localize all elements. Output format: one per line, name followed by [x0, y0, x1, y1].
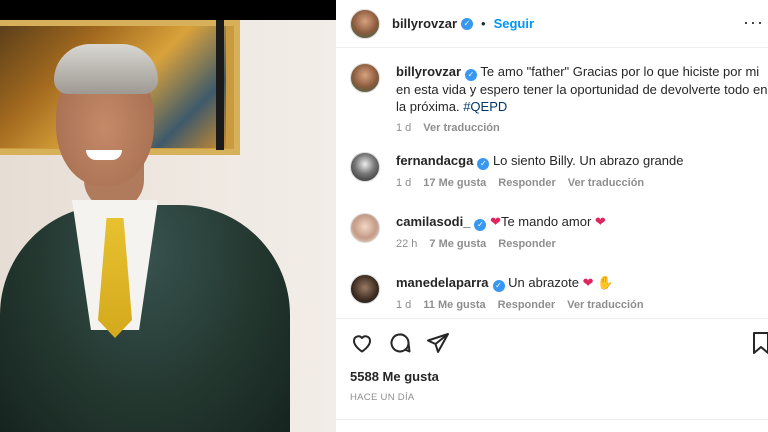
- post-time: HACE UN DÍA: [350, 392, 415, 403]
- post-panel: billyrovzar ✓ • Seguir ··· billyrovzar ✓ …: [336, 0, 768, 432]
- comment-text-block: fernandacga ✓ Lo siento Billy. Un abrazo …: [396, 152, 768, 170]
- caption-hashtag[interactable]: #QEPD: [463, 99, 507, 114]
- comment-username[interactable]: camilasodi_: [396, 214, 470, 229]
- caption-body: billyrovzar ✓ Te amo "father" Gracias por…: [396, 63, 768, 134]
- comment-icon[interactable]: [388, 331, 412, 355]
- likes-count[interactable]: 5588 Me gusta: [350, 369, 439, 384]
- heart-emoji-icon: ❤: [582, 275, 594, 290]
- verified-icon: ✓: [492, 280, 505, 292]
- photo-top-bar: [0, 0, 336, 20]
- heart-icon[interactable]: [350, 331, 374, 355]
- caption-avatar[interactable]: [350, 63, 380, 93]
- comment-time: 1 d: [396, 299, 412, 311]
- post-photo[interactable]: [0, 0, 336, 432]
- painting-edge: [216, 20, 224, 150]
- comment-likes[interactable]: 17 Me gusta: [423, 177, 486, 189]
- comment-meta: 22 h 7 Me gusta Responder: [396, 238, 768, 250]
- comment-text: Un abrazote: [508, 275, 579, 290]
- comment-text-block: manedelaparra ✓ Un abrazote ❤ ✋: [396, 274, 768, 292]
- comment-time: 1 d: [396, 177, 412, 189]
- comment-item: fernandacga ✓ Lo siento Billy. Un abrazo …: [350, 152, 768, 189]
- comment-text-block: camilasodi_ ✓ ❤Te mando amor ❤: [396, 213, 768, 231]
- comment-likes[interactable]: 7 Me gusta: [429, 238, 486, 250]
- reply-button[interactable]: Responder: [498, 299, 555, 311]
- comment-username[interactable]: manedelaparra: [396, 275, 489, 290]
- comment-meta: 1 d 17 Me gusta Responder Ver traducción: [396, 177, 768, 189]
- caption-username[interactable]: billyrovzar: [396, 64, 461, 79]
- bookmark-icon[interactable]: [752, 331, 768, 355]
- post-actions: 5588 Me gusta HACE UN DÍA: [336, 318, 768, 432]
- comment-avatar[interactable]: [350, 213, 380, 243]
- comment-time: 22 h: [396, 238, 418, 250]
- praying-hands-emoji-icon: ✋: [597, 275, 614, 290]
- divider: [336, 419, 768, 420]
- author-username[interactable]: billyrovzar: [392, 16, 457, 31]
- reply-button[interactable]: Responder: [498, 177, 555, 189]
- comment-text: Lo siento Billy. Un abrazo grande: [492, 153, 684, 168]
- verified-icon: ✓: [474, 219, 487, 231]
- more-options-icon[interactable]: ···: [743, 12, 764, 33]
- action-icons: [350, 331, 450, 355]
- comment-text: Te mando amor: [500, 214, 592, 229]
- verified-icon: ✓: [477, 158, 490, 170]
- follow-button[interactable]: Seguir: [494, 16, 534, 31]
- caption: billyrovzar ✓ Te amo "father" Gracias por…: [350, 63, 768, 134]
- caption-text-block: billyrovzar ✓ Te amo "father" Gracias por…: [396, 63, 768, 115]
- verified-icon: ✓: [461, 17, 474, 30]
- header-separator: •: [481, 16, 486, 31]
- comments-list[interactable]: billyrovzar ✓ Te amo "father" Gracias por…: [336, 49, 768, 317]
- comment-item: manedelaparra ✓ Un abrazote ❤ ✋ 1 d 11 Me…: [350, 274, 768, 311]
- comment-meta: 1 d 11 Me gusta Responder Ver traducción: [396, 299, 768, 311]
- comment-body: fernandacga ✓ Lo siento Billy. Un abrazo …: [396, 152, 768, 189]
- caption-meta: 1 d Ver traducción: [396, 122, 768, 134]
- verified-icon: ✓: [465, 69, 478, 81]
- caption-translate-link[interactable]: Ver traducción: [423, 122, 499, 134]
- comment-avatar[interactable]: [350, 152, 380, 182]
- share-icon[interactable]: [426, 331, 450, 355]
- person-hair: [54, 44, 158, 94]
- person-smile: [86, 150, 122, 160]
- reply-button[interactable]: Responder: [498, 238, 555, 250]
- post-header: billyrovzar ✓ • Seguir ···: [336, 0, 768, 48]
- comment-avatar[interactable]: [350, 274, 380, 304]
- caption-time: 1 d: [396, 122, 412, 134]
- translate-link[interactable]: Ver traducción: [568, 177, 644, 189]
- comment-body: camilasodi_ ✓ ❤Te mando amor ❤ 22 h 7 Me …: [396, 213, 768, 250]
- comment-item: camilasodi_ ✓ ❤Te mando amor ❤ 22 h 7 Me …: [350, 213, 768, 250]
- comment-likes[interactable]: 11 Me gusta: [423, 299, 485, 311]
- comment-username[interactable]: fernandacga: [396, 153, 473, 168]
- heart-emoji-icon: ❤: [594, 214, 606, 229]
- comment-body: manedelaparra ✓ Un abrazote ❤ ✋ 1 d 11 Me…: [396, 274, 768, 311]
- author-avatar[interactable]: [350, 8, 380, 39]
- heart-emoji-icon: ❤: [490, 214, 501, 229]
- translate-link[interactable]: Ver traducción: [567, 299, 643, 311]
